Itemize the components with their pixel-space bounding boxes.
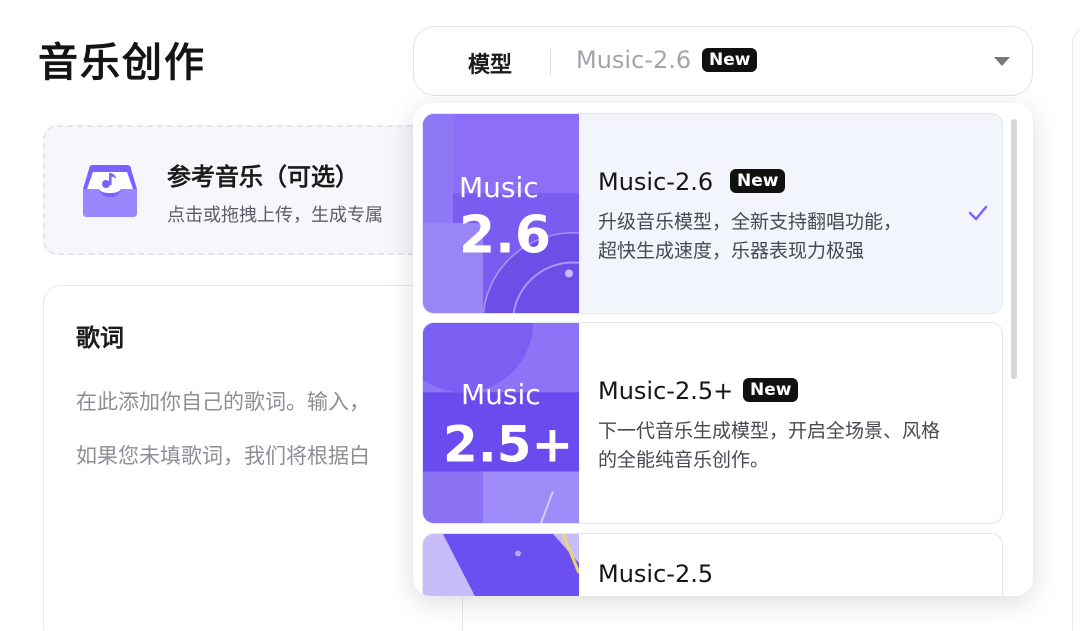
model-thumbnail: Music 2.5+: [423, 323, 579, 523]
model-option-music-2-5-plus[interactable]: Music 2.5+ Music-2.5+ New 下一代音乐生成模型，开启全场…: [422, 322, 1003, 524]
model-thumbnail: [423, 534, 579, 596]
model-selected-value: Music-2.6: [576, 46, 692, 74]
description-line: 的全能纯音乐创作。: [598, 449, 770, 471]
lyrics-placeholder-line: 如果您未填歌词，我们将根据白: [76, 444, 370, 468]
model-option-description: 升级音乐模型，全新支持翻唱功能， 超快生成速度，乐器表现力极强: [598, 208, 998, 266]
page-title: 音乐创作: [38, 40, 206, 86]
thumb-label: Music: [461, 378, 541, 411]
description-line: 超快生成速度，乐器表现力极强: [598, 240, 865, 262]
upload-subtitle: 点击或拖拽上传，生成专属: [167, 205, 383, 226]
description-line: 升级音乐模型，全新支持翻唱功能，: [598, 211, 903, 233]
model-dropdown-menu: Music 2.6 Music-2.6 New 升级音乐模型，全新支持翻唱功能，…: [413, 103, 1033, 596]
description-line: 下一代音乐生成模型，开启全场景、风格: [598, 420, 941, 442]
model-option-name: Music-2.5: [598, 560, 714, 588]
model-select[interactable]: 模型 Music-2.6 New: [413, 26, 1033, 96]
new-badge: New: [730, 169, 786, 193]
divider: [550, 49, 551, 75]
music-inbox-icon: [83, 165, 137, 217]
new-badge: New: [702, 48, 758, 72]
model-option-name: Music-2.6: [598, 168, 714, 196]
model-option-name: Music-2.5+: [598, 377, 734, 405]
lyrics-label: 歌词: [76, 324, 124, 352]
new-badge: New: [743, 378, 799, 402]
thumb-version: 2.5+: [443, 416, 573, 474]
model-option-music-2-5[interactable]: Music-2.5: [422, 533, 1003, 596]
check-icon: [968, 205, 988, 221]
dropdown-scrollbar[interactable]: [1011, 119, 1017, 379]
chevron-down-icon[interactable]: [994, 57, 1010, 66]
model-option-music-2-6[interactable]: Music 2.6 Music-2.6 New 升级音乐模型，全新支持翻唱功能，…: [422, 113, 1003, 314]
model-label: 模型: [468, 53, 513, 78]
thumb-version: 2.6: [459, 206, 551, 266]
model-thumbnail: Music 2.6: [423, 114, 579, 313]
model-option-description: 下一代音乐生成模型，开启全场景、风格 的全能纯音乐创作。: [598, 417, 998, 475]
thumb-label: Music: [459, 171, 539, 204]
lyrics-panel: 歌词 在此添加你自己的歌词。输入， 如果您未填歌词，我们将根据白: [43, 285, 463, 631]
upload-title: 参考音乐（可选）: [167, 163, 359, 191]
side-panel-edge: [1072, 26, 1080, 631]
reference-music-upload[interactable]: 参考音乐（可选） 点击或拖拽上传，生成专属: [43, 125, 463, 255]
lyrics-input[interactable]: 在此添加你自己的歌词。输入，: [76, 386, 370, 416]
